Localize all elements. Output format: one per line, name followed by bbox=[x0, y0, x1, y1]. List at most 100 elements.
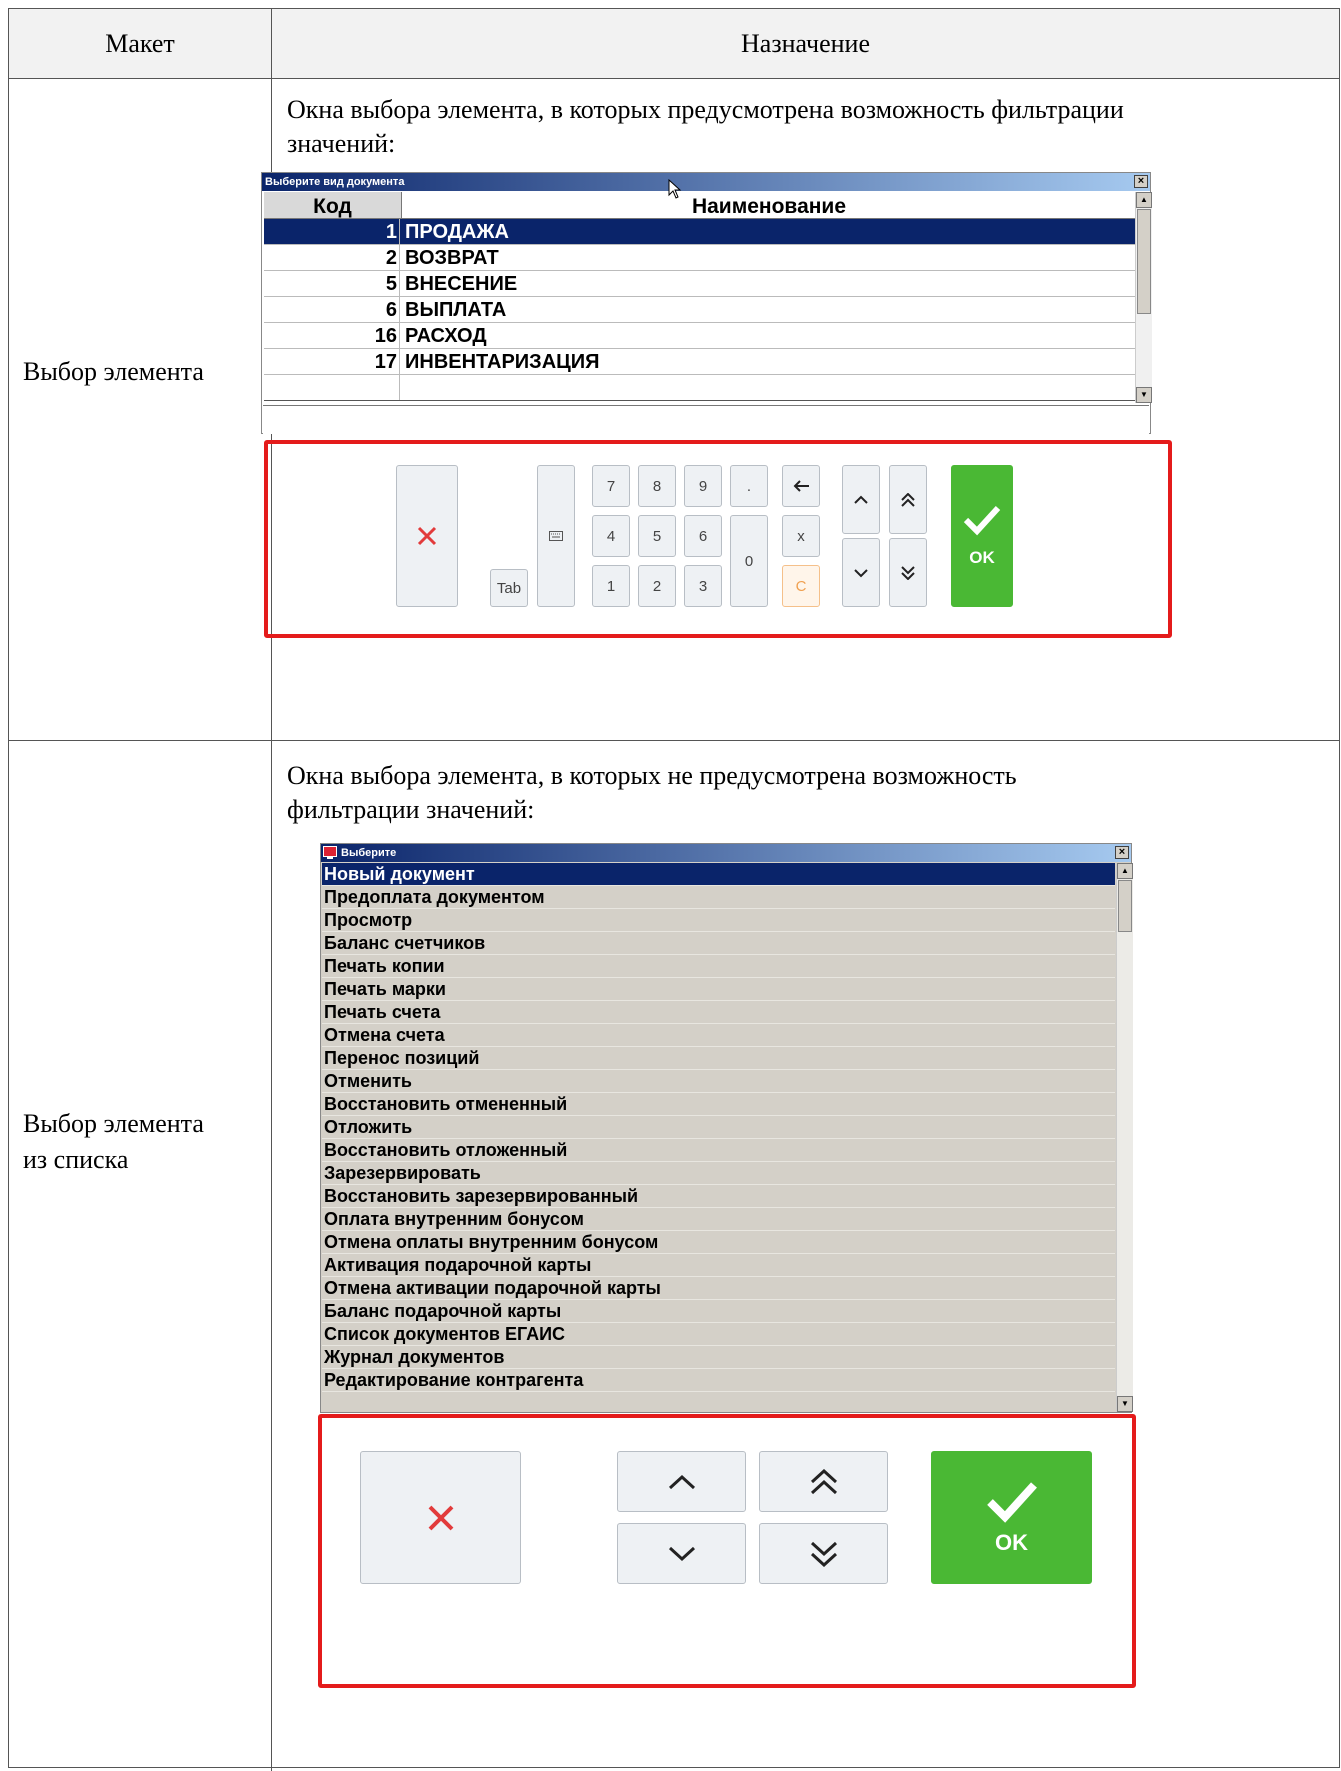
header-purpose: Назначение bbox=[741, 29, 870, 58]
digit-6-button[interactable]: 6 bbox=[684, 515, 722, 557]
list-item[interactable]: Отменить bbox=[322, 1070, 1115, 1093]
chevron-down-icon bbox=[854, 568, 868, 577]
table-row[interactable]: 2 ВОЗВРАТ bbox=[264, 245, 1136, 271]
header-layout: Макет bbox=[9, 9, 272, 79]
chevron-down-icon bbox=[668, 1546, 695, 1561]
cancel-button[interactable] bbox=[396, 465, 458, 607]
list-item[interactable]: Список документов ЕГАИС bbox=[322, 1323, 1115, 1346]
digit-5-button[interactable]: 5 bbox=[638, 515, 676, 557]
digit-2-button[interactable]: 2 bbox=[638, 565, 676, 607]
filter-input[interactable] bbox=[263, 405, 1149, 434]
row-code-empty bbox=[264, 375, 400, 400]
ok-label: OK bbox=[969, 548, 995, 567]
table-row-empty bbox=[264, 375, 1136, 401]
double-chevron-down-icon bbox=[901, 565, 915, 580]
list-item[interactable]: Просмотр bbox=[322, 909, 1115, 932]
list-item[interactable]: Отмена активации подарочной карты bbox=[322, 1277, 1115, 1300]
multiply-button[interactable]: x bbox=[782, 515, 820, 557]
vertical-scrollbar[interactable]: ▲ ▼ bbox=[1116, 863, 1133, 1412]
table-row[interactable]: 5 ВНЕСЕНИЕ bbox=[264, 271, 1136, 297]
page-up-button[interactable] bbox=[617, 1451, 746, 1512]
table-row-item-select: Выбор элемента Окна выбора элемента, в к… bbox=[9, 79, 1339, 741]
scroll-thumb[interactable] bbox=[1137, 209, 1151, 314]
layout-label: Выбор элемента из списка bbox=[23, 1106, 255, 1178]
list-item[interactable]: Активация подарочной карты bbox=[322, 1254, 1115, 1277]
last-button[interactable] bbox=[759, 1523, 888, 1584]
first-button[interactable] bbox=[889, 465, 927, 534]
column-header-name[interactable]: Наименование bbox=[402, 192, 1136, 219]
dialog-title: Выберите bbox=[341, 847, 397, 859]
keyboard-button[interactable] bbox=[537, 465, 575, 607]
digit-7-button[interactable]: 7 bbox=[592, 465, 630, 507]
tab-button[interactable]: Tab bbox=[490, 569, 528, 607]
table-row[interactable]: 16 РАСХОД bbox=[264, 323, 1136, 349]
cancel-button[interactable] bbox=[360, 1451, 521, 1584]
page-down-button[interactable] bbox=[842, 538, 880, 607]
digit-1-button[interactable]: 1 bbox=[592, 565, 630, 607]
list-item[interactable]: Новый документ bbox=[322, 863, 1115, 886]
digit-8-button[interactable]: 8 bbox=[638, 465, 676, 507]
table-row[interactable]: 17 ИНВЕНТАРИЗАЦИЯ bbox=[264, 349, 1136, 375]
purpose-line: фильтрации значений: bbox=[287, 795, 535, 824]
scroll-thumb[interactable] bbox=[1118, 880, 1132, 932]
scroll-up-icon[interactable]: ▲ bbox=[1117, 863, 1133, 879]
ok-label: OK bbox=[995, 1529, 1028, 1555]
scroll-down-icon[interactable]: ▼ bbox=[1136, 387, 1152, 403]
digit-0-button[interactable]: 0 bbox=[730, 515, 768, 607]
digit-3-button[interactable]: 3 bbox=[684, 565, 722, 607]
page-down-button[interactable] bbox=[617, 1523, 746, 1584]
list-item[interactable]: Перенос позиций bbox=[322, 1047, 1115, 1070]
layout-label-line: Выбор элемента bbox=[23, 1106, 255, 1142]
ok-button[interactable]: OK bbox=[951, 465, 1013, 607]
vertical-scrollbar[interactable]: ▲ ▼ bbox=[1135, 192, 1152, 403]
scroll-down-icon[interactable]: ▼ bbox=[1117, 1396, 1133, 1412]
list-item[interactable]: Печать счета bbox=[322, 1001, 1115, 1024]
page-up-button[interactable] bbox=[842, 465, 880, 534]
table-row[interactable]: 6 ВЫПЛАТА bbox=[264, 297, 1136, 323]
dialog-title: Выберите вид документа bbox=[265, 176, 405, 188]
close-icon[interactable]: × bbox=[1115, 846, 1129, 859]
list-item[interactable]: Печать марки bbox=[322, 978, 1115, 1001]
purpose-line: Окна выбора элемента, в которых предусмо… bbox=[287, 95, 1124, 124]
spec-table: Макет Назначение Выбор элемента Окна выб… bbox=[8, 8, 1340, 1771]
digit-9-button[interactable]: 9 bbox=[684, 465, 722, 507]
row-name: ПРОДАЖА bbox=[405, 221, 509, 243]
table-header: Макет Назначение bbox=[9, 9, 1339, 79]
last-button[interactable] bbox=[889, 538, 927, 607]
checkmark-icon bbox=[986, 1481, 1037, 1523]
digit-4-button[interactable]: 4 bbox=[592, 515, 630, 557]
backspace-button[interactable] bbox=[782, 465, 820, 507]
list-item[interactable]: Восстановить отложенный bbox=[322, 1139, 1115, 1162]
mouse-cursor-icon bbox=[668, 179, 682, 199]
list-item[interactable]: Журнал документов bbox=[322, 1346, 1115, 1369]
dialog-titlebar: Выберите × bbox=[321, 844, 1131, 862]
layout-label-text: Выбор элемента bbox=[23, 1109, 204, 1138]
list-item[interactable]: Зарезервировать bbox=[322, 1162, 1115, 1185]
list-item[interactable]: Оплата внутренним бонусом bbox=[322, 1208, 1115, 1231]
first-button[interactable] bbox=[759, 1451, 888, 1512]
ok-button[interactable]: OK bbox=[931, 1451, 1092, 1584]
dialog-titlebar: Выберите вид документа × bbox=[262, 173, 1150, 191]
column-header-code[interactable]: Код bbox=[264, 192, 402, 219]
list-item[interactable]: Печать копии bbox=[322, 955, 1115, 978]
table-row[interactable]: 1 ПРОДАЖА bbox=[264, 219, 1136, 245]
list-item[interactable]: Редактирование контрагента bbox=[322, 1369, 1115, 1392]
double-chevron-up-icon bbox=[810, 1468, 837, 1494]
list-item[interactable]: Восстановить отмененный bbox=[322, 1093, 1115, 1116]
list-item[interactable]: Предоплата документом bbox=[322, 886, 1115, 909]
action-list: Новый документ Предоплата документом Про… bbox=[322, 863, 1115, 1412]
scroll-up-icon[interactable]: ▲ bbox=[1136, 192, 1152, 208]
list-item[interactable]: Отложить bbox=[322, 1116, 1115, 1139]
close-icon[interactable]: × bbox=[1134, 175, 1148, 188]
row-code: 17 bbox=[264, 349, 400, 374]
arrow-left-icon bbox=[793, 480, 809, 492]
list-item[interactable]: Баланс подарочной карты bbox=[322, 1300, 1115, 1323]
list-item[interactable]: Отмена оплаты внутренним бонусом bbox=[322, 1231, 1115, 1254]
list-item[interactable]: Восстановить зарезервированный bbox=[322, 1185, 1115, 1208]
table-row-list-select: Выбор элемента из списка Окна выбора эле… bbox=[9, 741, 1339, 1771]
clear-button[interactable]: C bbox=[782, 565, 820, 607]
list-item[interactable]: Отмена счета bbox=[322, 1024, 1115, 1047]
doc-type-dialog: Выберите вид документа × Код Наименовани… bbox=[261, 172, 1152, 434]
dot-button[interactable]: . bbox=[730, 465, 768, 507]
list-item[interactable]: Баланс счетчиков bbox=[322, 932, 1115, 955]
